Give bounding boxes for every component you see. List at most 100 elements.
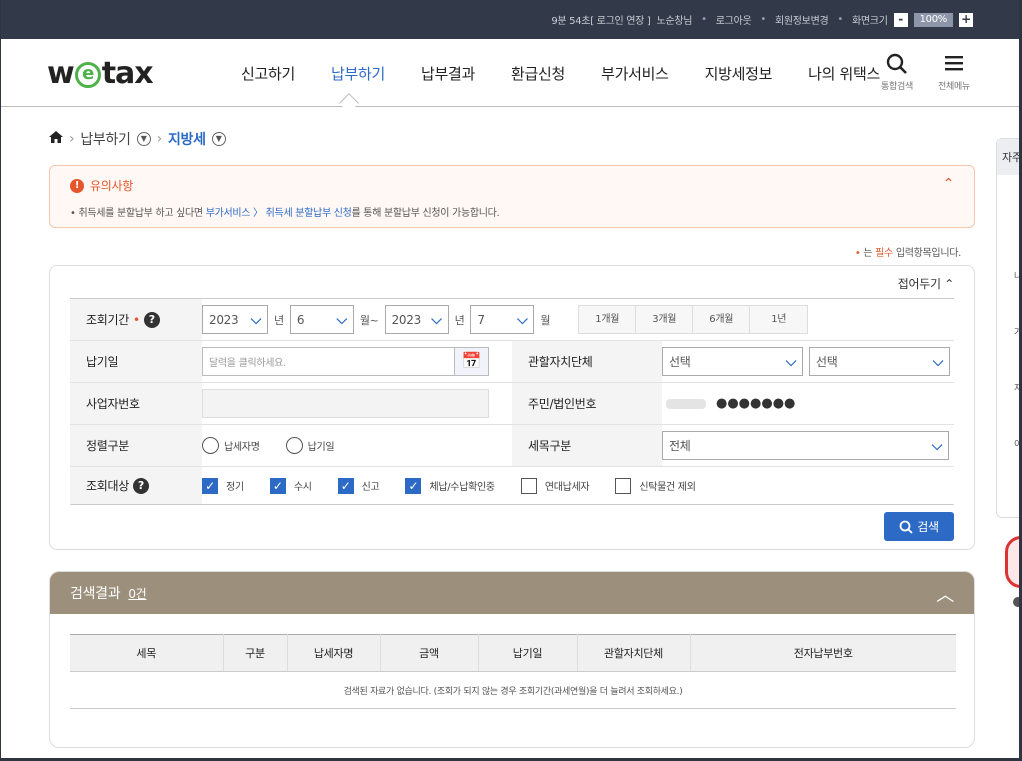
period-fields: 2023 ⌵ 년 6 ⌵ 월~ 2023 ⌵ 년 7 ⌵ 월 1개월 3개월 6개월 1… — [202, 299, 809, 340]
to-month-select[interactable]: 7 ⌵ — [470, 305, 535, 334]
quick-period-buttons: 1개월 3개월 6개월 1년 — [578, 305, 809, 334]
search-submit-button[interactable]: 검색 — [884, 512, 954, 541]
sort-label: 정렬구분 — [70, 425, 202, 466]
main-nav: 신고하기 납부하기 납부결과 환급신청 부가서비스 지방세정보 나의 위택스 — [241, 63, 916, 84]
alert-icon: ! — [70, 178, 84, 193]
col-e-payment-no: 전자납부번호 — [690, 634, 956, 672]
id-no-label: 주민/법인번호 — [512, 383, 662, 424]
nav-refund[interactable]: 환급신청 — [511, 63, 565, 84]
breadcrumb-level2[interactable]: 지방세 — [168, 129, 206, 149]
result-panel: 검색결과 0건 ︿ 세목 구분 납세자명 금액 납기일 관할자치단체 전자납부번… — [49, 571, 975, 748]
id-no-value: ●●●●●●● — [662, 383, 795, 424]
notice-box: ! 유의사항 • 취득세를 분할납부 하고 싶다면 부가서비스 〉 취득세 분할납… — [49, 165, 975, 228]
help-icon[interactable]: ? — [132, 477, 149, 494]
target-row: 조회대상? ✓ 정기 ✓ 수시 ✓ 신고 ✓ 체납/수납확인중 연대납세자 신탁물건 제… — [70, 467, 954, 505]
to-year-select[interactable]: 2023 ⌵ — [384, 305, 449, 334]
target-regular-checkbox[interactable]: ✓ 정기 — [202, 477, 244, 494]
due-date-field: 달력을 클릭하세요. 📅 — [202, 341, 512, 382]
authority-label: 관할자치단체 — [512, 341, 662, 382]
help-icon[interactable]: ? — [143, 311, 160, 328]
top-utility-bar: 9분 54초[ 로그인 연장 ] 노순창님 • 로그아웃 • 회원정보변경 • … — [1, 0, 1019, 39]
target-label: 조회대상? — [70, 467, 202, 504]
nav-extra-service[interactable]: 부가서비스 — [601, 63, 669, 84]
authority-select-2[interactable]: 선택 ⌵ — [809, 347, 950, 376]
sort-by-name-radio[interactable]: 납세자명 — [202, 437, 260, 454]
zoom-out-button[interactable]: - — [893, 12, 908, 27]
fold-toggle[interactable]: 접어두기 ⌃ — [898, 275, 955, 292]
nav-my-wetax[interactable]: 나의 위택스 — [808, 63, 880, 84]
member-edit-link[interactable]: 회원정보변경 — [775, 12, 829, 27]
notice-title: ! 유의사항 — [70, 177, 133, 194]
notice-link[interactable]: 부가서비스 〉 취득세 분할납부 신청 — [206, 208, 352, 219]
sort-row: 정렬구분 납세자명 납기일 세목구분 전체 ⌵ — [70, 425, 954, 467]
menu-label: 전체메뉴 — [938, 82, 970, 92]
col-authority: 관할자치단체 — [577, 634, 691, 672]
chevron-down-icon: ⌵ — [785, 353, 797, 370]
period-label: 조회기간 •? — [70, 299, 202, 340]
chevron-right-icon: › — [69, 131, 75, 147]
search-button[interactable]: 통합검색 — [881, 53, 913, 92]
sort-by-due-radio[interactable]: 납기일 — [285, 437, 335, 454]
logout-link[interactable]: 로그아웃 — [716, 12, 752, 27]
nav-payment[interactable]: 납부하기 — [331, 63, 385, 84]
collapse-result-icon[interactable]: ︿ — [936, 581, 954, 607]
quick-1year-button[interactable]: 1년 — [750, 306, 808, 333]
separator-dot: • — [701, 14, 707, 25]
chevron-down-icon[interactable]: ▼ — [211, 132, 226, 146]
target-report-checkbox[interactable]: ✓ 신고 — [337, 477, 380, 494]
biz-no-label: 사업자번호 — [70, 383, 202, 424]
user-name: 노순창님 — [656, 16, 693, 27]
chevron-up-icon: ⌃ — [944, 277, 954, 291]
breadcrumb-level1[interactable]: 납부하기 — [80, 129, 131, 149]
due-date-row: 납기일 달력을 클릭하세요. 📅 관할자치단체 선택 ⌵ 선택 ⌵ — [70, 341, 954, 383]
target-exclude-trust-checkbox[interactable]: 신탁물건 제외 — [615, 477, 696, 494]
nav-local-tax-info[interactable]: 지방세정보 — [705, 63, 773, 84]
separator-dot: • — [837, 14, 843, 25]
chevron-down-icon: ⌵ — [250, 311, 262, 328]
chevron-down-icon: ⌵ — [336, 311, 348, 328]
tax-item-select[interactable]: 전체 ⌵ — [662, 431, 949, 460]
chevron-down-icon: ⌵ — [932, 353, 944, 370]
hamburger-icon — [938, 53, 970, 79]
calendar-icon[interactable]: 📅 — [454, 348, 488, 375]
side-item[interactable]: 나 — [1014, 269, 1019, 282]
target-joint-taxpayer-checkbox[interactable]: 연대납세자 — [520, 477, 590, 494]
search-icon — [881, 53, 913, 79]
target-occasional-checkbox[interactable]: ✓ 수시 — [269, 477, 312, 494]
side-item[interactable]: 지 — [1014, 381, 1019, 394]
search-form: 조회기간 •? 2023 ⌵ 년 6 ⌵ 월~ 2023 ⌵ 년 7 ⌵ 월 1개월 3개… — [70, 298, 954, 505]
authority-select-1[interactable]: 선택 ⌵ — [662, 347, 803, 376]
empty-message: 검색된 자료가 없습니다. (조회가 되지 않는 경우 조회기간(과세연월)을 … — [70, 671, 956, 709]
from-year-select[interactable]: 2023 ⌵ — [202, 305, 268, 334]
biz-no-input — [202, 389, 489, 418]
chevron-down-icon[interactable]: ▼ — [136, 132, 151, 146]
col-taxpayer: 납세자명 — [287, 634, 381, 672]
result-title: 검색결과 — [70, 586, 121, 602]
quick-6month-button[interactable]: 6개월 — [693, 306, 751, 333]
side-item[interactable]: 거 — [1014, 325, 1019, 338]
session-timer[interactable]: 9분 54초[ 로그인 연장 ] — [551, 12, 651, 27]
floating-indicator — [1013, 597, 1019, 607]
nav-report[interactable]: 신고하기 — [241, 63, 295, 84]
header: w e tax 신고하기 납부하기 납부결과 환급신청 부가서비스 지방세정보 나의… — [1, 39, 1019, 107]
side-item[interactable]: 이 — [1014, 437, 1019, 450]
wetax-logo[interactable]: w e tax — [47, 56, 154, 91]
breadcrumb: › 납부하기 ▼ › 지방세 ▼ — [49, 129, 226, 149]
quick-3month-button[interactable]: 3개월 — [636, 306, 694, 333]
chevron-down-icon: ⌵ — [931, 437, 943, 454]
target-arrears-checkbox[interactable]: ✓ 체납/수납확인중 — [405, 477, 495, 494]
side-title: 자주 — [997, 139, 1019, 175]
nav-payment-result[interactable]: 납부결과 — [421, 63, 475, 84]
zoom-in-button[interactable]: + — [959, 12, 973, 27]
all-menu-button[interactable]: 전체메뉴 — [938, 53, 970, 92]
col-type: 구분 — [223, 634, 288, 672]
target-options: ✓ 정기 ✓ 수시 ✓ 신고 ✓ 체납/수납확인중 연대납세자 신탁물건 제외 — [202, 467, 716, 504]
from-month-select[interactable]: 6 ⌵ — [289, 305, 354, 334]
floating-chatbot-button[interactable] — [1005, 536, 1019, 588]
chevron-down-icon: ⌵ — [431, 311, 442, 328]
quick-1month-button[interactable]: 1개월 — [579, 306, 637, 333]
due-date-input[interactable]: 달력을 클릭하세요. 📅 — [202, 347, 489, 376]
separator-dot: • — [760, 14, 766, 25]
collapse-notice-icon[interactable]: ⌃ — [943, 176, 955, 192]
home-icon[interactable] — [49, 131, 63, 147]
